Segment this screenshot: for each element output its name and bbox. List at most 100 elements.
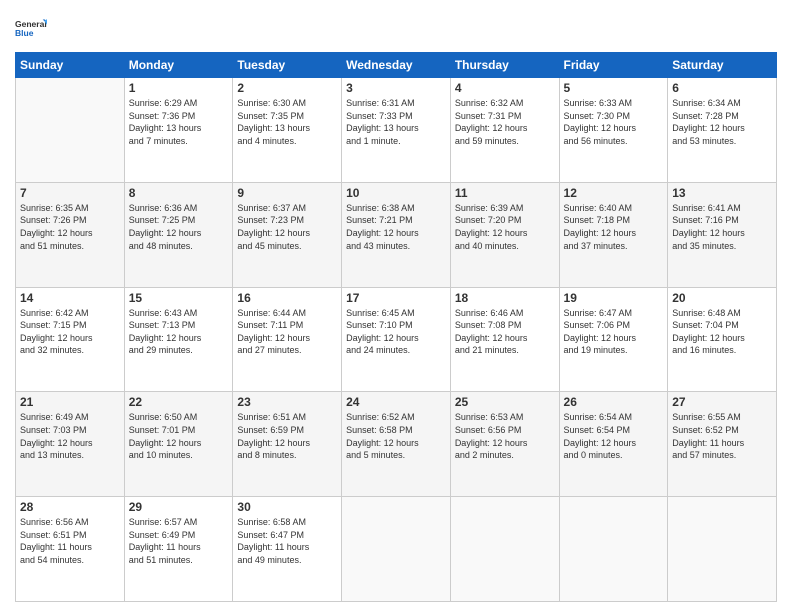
day-info-line: Daylight: 12 hours: [455, 228, 528, 238]
calendar-cell: 9Sunrise: 6:37 AMSunset: 7:23 PMDaylight…: [233, 182, 342, 287]
calendar-cell: 3Sunrise: 6:31 AMSunset: 7:33 PMDaylight…: [342, 78, 451, 183]
day-info-line: Sunset: 7:26 PM: [20, 215, 87, 225]
calendar-cell: 1Sunrise: 6:29 AMSunset: 7:36 PMDaylight…: [124, 78, 233, 183]
day-info: Sunrise: 6:43 AMSunset: 7:13 PMDaylight:…: [129, 307, 229, 357]
day-number: 21: [20, 395, 120, 409]
day-number: 4: [455, 81, 555, 95]
day-info-line: Daylight: 12 hours: [346, 228, 419, 238]
day-info-line: Sunrise: 6:32 AM: [455, 98, 524, 108]
day-info-line: Daylight: 12 hours: [129, 438, 202, 448]
day-info-line: Daylight: 12 hours: [672, 228, 745, 238]
day-info-line: and 10 minutes.: [129, 450, 193, 460]
day-info-line: Sunset: 7:10 PM: [346, 320, 413, 330]
day-info-line: Daylight: 11 hours: [20, 542, 92, 552]
day-info-line: and 24 minutes.: [346, 345, 410, 355]
day-info-line: Sunset: 7:06 PM: [564, 320, 631, 330]
day-info-line: and 37 minutes.: [564, 241, 628, 251]
calendar-header-row: Sunday Monday Tuesday Wednesday Thursday…: [16, 53, 777, 78]
day-info-line: Sunset: 7:18 PM: [564, 215, 631, 225]
calendar-cell: 6Sunrise: 6:34 AMSunset: 7:28 PMDaylight…: [668, 78, 777, 183]
calendar-cell: 18 Sunrise: 6:46 AMSunset: 7:08 PMDayligh…: [450, 287, 559, 392]
day-info-line: and 1 minute.: [346, 136, 401, 146]
day-number: 3: [346, 81, 446, 95]
day-number: 30: [237, 500, 337, 514]
day-number: 19: [564, 291, 664, 305]
day-info-line: and 19 minutes.: [564, 345, 628, 355]
day-number: 23: [237, 395, 337, 409]
day-info-line: and 40 minutes.: [455, 241, 519, 251]
day-info-line: and 5 minutes.: [346, 450, 405, 460]
day-number: 18: [455, 291, 555, 305]
day-number: 25: [455, 395, 555, 409]
day-info-line: Sunset: 7:13 PM: [129, 320, 196, 330]
svg-text:General: General: [15, 19, 47, 29]
calendar-cell: 27Sunrise: 6:55 AMSunset: 6:52 PMDayligh…: [668, 392, 777, 497]
day-info: Sunrise: 6:53 AMSunset: 6:56 PMDaylight:…: [455, 411, 555, 461]
col-wednesday: Wednesday: [342, 53, 451, 78]
day-info-line: and 2 minutes.: [455, 450, 514, 460]
day-info-line: Sunrise: 6:44 AM: [237, 308, 306, 318]
day-number: 2: [237, 81, 337, 95]
day-info: Sunrise: 6:30 AMSunset: 7:35 PMDaylight:…: [237, 97, 337, 147]
day-info-line: and 48 minutes.: [129, 241, 193, 251]
day-number: 12: [564, 186, 664, 200]
day-info-line: and 51 minutes.: [129, 555, 193, 565]
day-info-line: Daylight: 12 hours: [672, 333, 745, 343]
day-info-line: and 56 minutes.: [564, 136, 628, 146]
day-info-line: Sunrise: 6:50 AM: [129, 412, 198, 422]
day-info-line: Sunrise: 6:38 AM: [346, 203, 415, 213]
day-info-line: and 32 minutes.: [20, 345, 84, 355]
day-info-line: Sunset: 6:59 PM: [237, 425, 304, 435]
day-info-line: and 4 minutes.: [237, 136, 296, 146]
day-info-line: and 29 minutes.: [129, 345, 193, 355]
day-info-line: Sunset: 7:23 PM: [237, 215, 304, 225]
day-info: Sunrise: 6:57 AMSunset: 6:49 PMDaylight:…: [129, 516, 229, 566]
day-info-line: and 0 minutes.: [564, 450, 623, 460]
day-info-line: Sunrise: 6:45 AM: [346, 308, 415, 318]
logo: General Blue: [15, 10, 47, 46]
day-info-line: Sunset: 7:36 PM: [129, 111, 196, 121]
calendar-cell: 11Sunrise: 6:39 AMSunset: 7:20 PMDayligh…: [450, 182, 559, 287]
day-info: Sunrise: 6:33 AMSunset: 7:30 PMDaylight:…: [564, 97, 664, 147]
day-info-line: Daylight: 12 hours: [20, 333, 93, 343]
day-info: Sunrise: 6:46 AMSunset: 7:08 PMDaylight:…: [455, 307, 555, 357]
day-info-line: Daylight: 11 hours: [129, 542, 201, 552]
calendar-cell: 10Sunrise: 6:38 AMSunset: 7:21 PMDayligh…: [342, 182, 451, 287]
calendar-cell: 14Sunrise: 6:42 AMSunset: 7:15 PMDayligh…: [16, 287, 125, 392]
day-info-line: and 35 minutes.: [672, 241, 736, 251]
calendar-cell: 24Sunrise: 6:52 AMSunset: 6:58 PMDayligh…: [342, 392, 451, 497]
day-info: Sunrise: 6:38 AMSunset: 7:21 PMDaylight:…: [346, 202, 446, 252]
calendar-week-1: 1Sunrise: 6:29 AMSunset: 7:36 PMDaylight…: [16, 78, 777, 183]
day-info: Sunrise: 6:54 AMSunset: 6:54 PMDaylight:…: [564, 411, 664, 461]
day-info-line: Sunset: 6:54 PM: [564, 425, 631, 435]
day-info-line: Sunrise: 6:51 AM: [237, 412, 306, 422]
col-thursday: Thursday: [450, 53, 559, 78]
day-info-line: Sunrise: 6:37 AM: [237, 203, 306, 213]
day-info-line: Sunset: 6:51 PM: [20, 530, 87, 540]
day-number: 9: [237, 186, 337, 200]
day-info-line: Sunset: 7:15 PM: [20, 320, 87, 330]
day-info-line: and 7 minutes.: [129, 136, 188, 146]
day-info-line: Sunset: 6:58 PM: [346, 425, 413, 435]
day-info-line: Daylight: 13 hours: [237, 123, 310, 133]
day-info-line: Sunrise: 6:47 AM: [564, 308, 633, 318]
day-info-line: Daylight: 12 hours: [455, 333, 528, 343]
day-info: Sunrise: 6:35 AM Sunset: 7:26 PM Daylight:…: [20, 202, 120, 252]
day-info-line: Sunrise: 6:35 AM: [20, 203, 89, 213]
day-info-line: Daylight: 12 hours: [672, 123, 745, 133]
day-info: Sunrise: 6:29 AMSunset: 7:36 PMDaylight:…: [129, 97, 229, 147]
day-info: Sunrise: 6:48 AMSunset: 7:04 PMDaylight:…: [672, 307, 772, 357]
day-info-line: Daylight: 12 hours: [20, 228, 93, 238]
calendar-week-2: 7Sunrise: 6:35 AMSunset: 7:26 PMDaylight…: [16, 182, 777, 287]
day-number: 16: [237, 291, 337, 305]
day-info: Sunrise: 6:32 AMSunset: 7:31 PMDaylight:…: [455, 97, 555, 147]
day-info-line: Daylight: 12 hours: [455, 123, 528, 133]
day-info-line: and 27 minutes.: [237, 345, 301, 355]
day-info-line: and 49 minutes.: [237, 555, 301, 565]
calendar-week-4: 21Sunrise: 6:49 AMSunset: 7:03 PMDayligh…: [16, 392, 777, 497]
col-saturday: Saturday: [668, 53, 777, 78]
calendar-cell: [16, 78, 125, 183]
col-tuesday: Tuesday: [233, 53, 342, 78]
day-info: Sunrise: 6:39 AMSunset: 7:20 PMDaylight:…: [455, 202, 555, 252]
day-info-line: Daylight: 12 hours: [346, 333, 419, 343]
